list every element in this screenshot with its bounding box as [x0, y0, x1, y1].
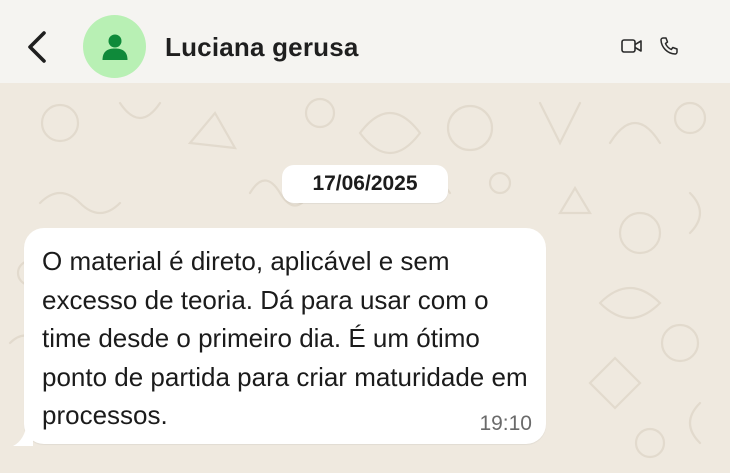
phone-icon	[660, 37, 678, 55]
chat-header: Luciana gerusa	[0, 0, 730, 92]
back-button[interactable]	[22, 30, 52, 64]
avatar[interactable]	[83, 15, 146, 78]
chat-background: 17/06/2025 O material é direto, aplicáve…	[0, 83, 730, 473]
message-time: 19:10	[479, 412, 532, 435]
bubble-tail	[13, 422, 33, 446]
message-bubble[interactable]: O material é direto, aplicável e sem exc…	[24, 228, 546, 444]
contact-name[interactable]: Luciana gerusa	[165, 32, 359, 63]
video-camera-icon	[621, 39, 642, 53]
date-separator: 17/06/2025	[282, 165, 448, 203]
video-call-button[interactable]	[621, 38, 643, 59]
person-icon	[102, 34, 127, 60]
chevron-left-icon	[28, 31, 46, 63]
voice-call-button[interactable]	[659, 36, 679, 61]
message-text: O material é direto, aplicável e sem exc…	[42, 246, 528, 430]
